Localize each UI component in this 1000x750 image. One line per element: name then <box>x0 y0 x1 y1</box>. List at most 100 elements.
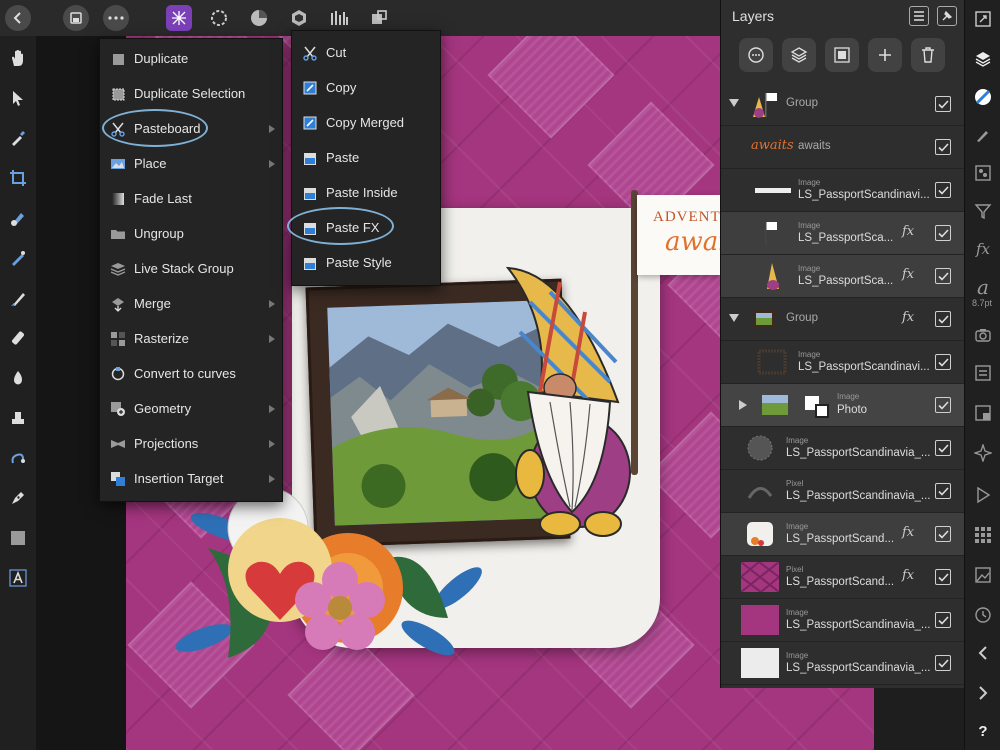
delete-layer-button[interactable] <box>911 38 945 72</box>
submenu-item-cut[interactable]: Cut <box>292 35 440 70</box>
submenu-item-paste-inside[interactable]: Paste Inside <box>292 175 440 210</box>
layer-row[interactable]: Image LS_PassportSca... fx <box>721 255 965 298</box>
expand-right-icon[interactable] <box>739 400 747 410</box>
menu-item-duplicate-selection[interactable]: Duplicate Selection <box>100 76 282 111</box>
expand-down-icon[interactable] <box>729 314 739 322</box>
photo-persona-icon[interactable] <box>166 5 192 31</box>
submenu-item-paste-style[interactable]: Paste Style <box>292 245 440 280</box>
layer-row[interactable]: Group fx <box>721 298 965 341</box>
layer-row[interactable]: Image LS_PassportScand... fx <box>721 513 965 556</box>
layer-row[interactable]: Image LS_PassportSca... fx <box>721 212 965 255</box>
brushes-icon[interactable] <box>972 124 994 146</box>
histogram-icon[interactable] <box>326 5 352 31</box>
layers-icon[interactable] <box>972 48 994 70</box>
snapping-icon[interactable] <box>972 442 994 464</box>
filter-icon[interactable] <box>972 200 994 222</box>
visibility-checkbox[interactable] <box>935 182 951 198</box>
stock-icon[interactable] <box>972 564 994 586</box>
visibility-checkbox[interactable] <box>935 569 951 585</box>
visibility-checkbox[interactable] <box>935 655 951 671</box>
selection-brush-tool-icon[interactable] <box>6 206 30 230</box>
layer-fx-icon[interactable]: fx <box>902 224 914 239</box>
layer-fx-icon[interactable]: fx <box>902 267 914 282</box>
help-button[interactable]: ? <box>972 720 994 742</box>
visibility-checkbox[interactable] <box>935 354 951 370</box>
mask-layer-button[interactable] <box>825 38 859 72</box>
document-icon[interactable] <box>63 5 89 31</box>
layer-row[interactable]: Image LS_PassportScandinavia_... <box>721 427 965 470</box>
menu-item-live-stack-group[interactable]: Live Stack Group <box>100 251 282 286</box>
erase-brush-tool-icon[interactable] <box>6 326 30 350</box>
chevron-left-icon[interactable] <box>972 642 994 664</box>
submenu-item-paste[interactable]: Paste <box>292 140 440 175</box>
layer-row[interactable]: Image LS_PassportScandinavia_... <box>721 599 965 642</box>
camera-icon[interactable] <box>972 324 994 346</box>
paint-brush-tool-icon[interactable] <box>6 286 30 310</box>
visibility-checkbox[interactable] <box>935 483 951 499</box>
menu-item-projections[interactable]: Projections <box>100 426 282 461</box>
menu-item-pasteboard[interactable]: Pasteboard <box>100 111 282 146</box>
hand-tool-icon[interactable] <box>6 46 30 70</box>
text-tool-icon[interactable] <box>6 566 30 590</box>
layer-fx-icon[interactable]: fx <box>902 310 914 325</box>
flood-select-tool-icon[interactable] <box>6 246 30 270</box>
visibility-checkbox[interactable] <box>935 268 951 284</box>
swatches-icon[interactable] <box>972 524 994 546</box>
color-icon[interactable] <box>972 162 994 184</box>
chevron-right-icon[interactable] <box>972 682 994 704</box>
layer-row[interactable]: Image LS_PassportScandinavi... <box>721 169 965 212</box>
layer-row[interactable]: awaits awaits <box>721 126 965 169</box>
panel-menu-icon[interactable] <box>909 6 929 26</box>
clock-icon[interactable] <box>972 604 994 626</box>
menu-item-rasterize[interactable]: Rasterize <box>100 321 282 356</box>
menu-item-convert-to-curves[interactable]: Convert to curves <box>100 356 282 391</box>
layer-row[interactable]: Group <box>721 83 965 126</box>
visibility-checkbox[interactable] <box>935 526 951 542</box>
menu-item-ungroup[interactable]: Ungroup <box>100 216 282 251</box>
visibility-checkbox[interactable] <box>935 311 951 327</box>
macro-play-icon[interactable] <box>972 484 994 506</box>
visibility-checkbox[interactable] <box>935 225 951 241</box>
character-icon[interactable]: a <box>972 276 994 298</box>
add-pixel-layer-button[interactable] <box>782 38 816 72</box>
adjustments-icon[interactable] <box>972 86 994 108</box>
transform-icon[interactable] <box>972 402 994 424</box>
develop-persona-icon[interactable] <box>246 5 272 31</box>
pin-panel-icon[interactable] <box>937 6 957 26</box>
expand-down-icon[interactable] <box>729 99 739 107</box>
healing-brush-tool-icon[interactable] <box>6 446 30 470</box>
dodge-burn-tool-icon[interactable] <box>6 366 30 390</box>
menu-item-place[interactable]: Place <box>100 146 282 181</box>
menu-item-fade-last[interactable]: Fade Last <box>100 181 282 216</box>
submenu-item-copy-merged[interactable]: Copy Merged <box>292 105 440 140</box>
visibility-checkbox[interactable] <box>935 96 951 112</box>
layer-row[interactable]: Image Photo <box>721 384 965 427</box>
rectangle-tool-icon[interactable] <box>6 526 30 550</box>
layer-fx-icon[interactable]: fx <box>902 525 914 540</box>
navigator-icon[interactable] <box>972 8 994 30</box>
menu-item-merge[interactable]: Merge <box>100 286 282 321</box>
color-picker-tool-icon[interactable] <box>6 126 30 150</box>
visibility-checkbox[interactable] <box>935 397 951 413</box>
more-options-icon[interactable] <box>103 5 129 31</box>
export-persona-icon[interactable] <box>366 5 392 31</box>
history-icon[interactable] <box>972 362 994 384</box>
submenu-item-copy[interactable]: Copy <box>292 70 440 105</box>
menu-item-geometry[interactable]: Geometry <box>100 391 282 426</box>
add-layer-button[interactable] <box>868 38 902 72</box>
menu-item-duplicate[interactable]: Duplicate <box>100 41 282 76</box>
layer-row[interactable]: Pixel LS_PassportScandinavia_... <box>721 470 965 513</box>
layer-fx-icon[interactable]: fx <box>902 568 914 583</box>
crop-tool-icon[interactable] <box>6 166 30 190</box>
back-icon[interactable] <box>5 5 31 31</box>
layer-row[interactable]: Pixel LS_PassportScand... fx <box>721 556 965 599</box>
visibility-checkbox[interactable] <box>935 612 951 628</box>
fx-panel-icon[interactable]: fx <box>972 238 994 260</box>
menu-item-insertion-target[interactable]: Insertion Target <box>100 461 282 496</box>
submenu-item-paste-fx[interactable]: Paste FX <box>292 210 440 245</box>
liquify-persona-icon[interactable] <box>206 5 232 31</box>
tone-mapping-persona-icon[interactable] <box>286 5 312 31</box>
move-tool-icon[interactable] <box>6 86 30 110</box>
layer-row[interactable]: Image LS_PassportScandinavia_... <box>721 642 965 685</box>
layer-options-button[interactable] <box>739 38 773 72</box>
